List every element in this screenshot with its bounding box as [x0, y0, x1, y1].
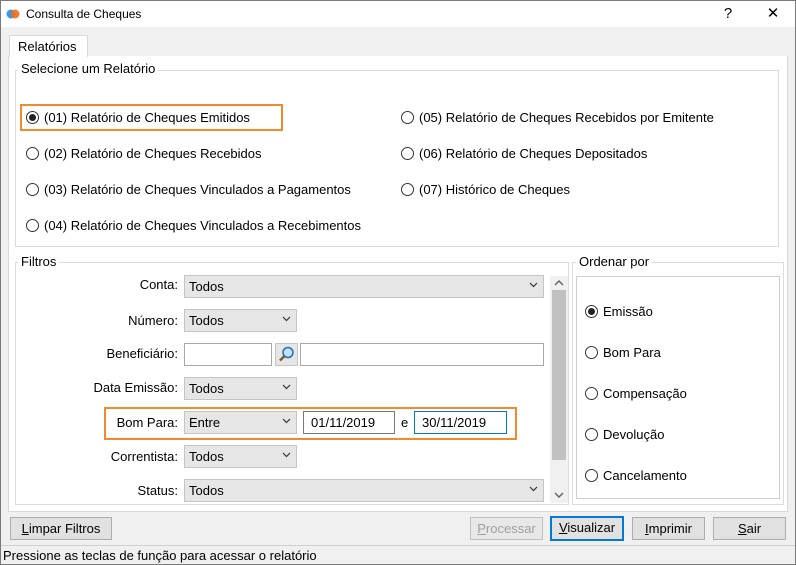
accel-key: S [737, 521, 747, 536]
radio-label: (06) Relatório de Cheques Depositados [419, 145, 648, 161]
radio-indicator [401, 110, 414, 124]
status-value: Todos [189, 483, 224, 498]
status-label: Status: [137, 483, 178, 498]
imprimir-button[interactable]: Imprimir [632, 517, 705, 540]
radio-report-05[interactable]: (05) Relatório de Cheques Recebidos por … [401, 108, 714, 126]
radio-order-bom-para[interactable]: Bom Para [585, 343, 661, 361]
radio-indicator [585, 427, 598, 441]
radio-indicator [585, 304, 598, 318]
bom-para-from-input[interactable]: 01/11/2019 [303, 411, 395, 434]
radio-report-03[interactable]: (03) Relatório de Cheques Vinculados a P… [26, 180, 351, 198]
numero-label: Número: [128, 313, 178, 328]
radio-indicator [26, 146, 39, 160]
chevron-down-icon [282, 384, 291, 390]
conta-value: Todos [189, 279, 224, 294]
button-label: impar Filtros [28, 521, 101, 536]
radio-label: (03) Relatório de Cheques Vinculados a P… [44, 181, 351, 197]
radio-report-06[interactable]: (06) Relatório de Cheques Depositados [401, 144, 647, 162]
radio-order-emissao[interactable]: Emissão [585, 302, 653, 320]
radio-label: (05) Relatório de Cheques Recebidos por … [419, 109, 714, 125]
close-button[interactable]: ✕ [758, 4, 788, 24]
radio-order-cancelamento[interactable]: Cancelamento [585, 466, 687, 484]
accel-key: P [477, 521, 486, 536]
radio-label: Emissão [603, 303, 653, 319]
beneficiario-name-input[interactable] [300, 343, 544, 366]
radio-label: (04) Relatório de Cheques Vinculados a R… [44, 217, 362, 233]
radio-indicator [26, 182, 39, 196]
chevron-down-icon [282, 452, 291, 458]
sair-button[interactable]: Sair [713, 517, 786, 540]
tab-relatorios[interactable]: Relatórios [9, 35, 88, 57]
radio-order-devolucao[interactable]: Devolução [585, 425, 664, 443]
radio-indicator [26, 110, 39, 124]
correntista-value: Todos [189, 449, 224, 464]
bom-para-select[interactable]: Entre [184, 411, 297, 434]
chevron-down-icon [282, 316, 291, 322]
radio-indicator [585, 345, 598, 359]
radio-indicator [401, 182, 414, 196]
beneficiario-code-input[interactable] [184, 343, 272, 366]
visualizar-button[interactable]: Visualizar [550, 516, 624, 541]
data-emissao-select[interactable]: Todos [184, 377, 297, 400]
radio-indicator [585, 386, 598, 400]
radio-dot [29, 113, 36, 121]
correntista-label: Correntista: [110, 449, 178, 464]
scroll-down-icon [554, 492, 564, 498]
radio-dot [588, 307, 595, 315]
order-group-title: Ordenar por [576, 254, 653, 269]
window-title: Consulta de Cheques [26, 7, 142, 21]
bom-para-to-input[interactable]: 30/11/2019 [414, 411, 507, 434]
accel-key: L [21, 521, 29, 536]
bom-para-label: Bom Para: [116, 415, 178, 430]
chevron-down-icon [529, 486, 538, 492]
status-select[interactable]: Todos [184, 479, 544, 502]
radio-label: Compensação [603, 385, 687, 401]
report-group-title: Selecione um Relatório [18, 61, 159, 76]
radio-indicator [401, 146, 414, 160]
button-label: rocessar [485, 521, 536, 536]
search-icon [279, 346, 294, 362]
correntista-select[interactable]: Todos [184, 445, 297, 468]
radio-order-compensacao[interactable]: Compensação [585, 384, 687, 402]
radio-label: Devolução [603, 426, 665, 442]
numero-value: Todos [189, 313, 224, 328]
chevron-down-icon [282, 418, 291, 424]
radio-label: Cancelamento [603, 467, 687, 483]
beneficiario-label: Beneficiário: [106, 346, 178, 361]
app-icon [6, 9, 20, 19]
radio-report-07[interactable]: (07) Histórico de Cheques [401, 180, 570, 198]
processar-button[interactable]: Processar [470, 517, 543, 540]
radio-indicator [26, 218, 39, 232]
beneficiario-search-button[interactable] [275, 343, 298, 366]
button-label: air [746, 521, 762, 536]
filters-group-title: Filtros [18, 254, 60, 269]
chevron-down-icon [529, 282, 538, 288]
radio-label: (07) Histórico de Cheques [419, 181, 571, 197]
button-label: mprimir [648, 521, 692, 536]
data-emissao-label: Data Emissão: [93, 380, 178, 395]
radio-report-02[interactable]: (02) Relatório de Cheques Recebidos [26, 144, 262, 162]
numero-select[interactable]: Todos [184, 309, 297, 332]
radio-report-04[interactable]: (04) Relatório de Cheques Vinculados a R… [26, 216, 361, 234]
filters-scrollbar[interactable] [550, 276, 568, 503]
scrollbar-thumb[interactable] [552, 290, 566, 460]
radio-label: (01) Relatório de Cheques Emitidos [44, 109, 250, 125]
bom-para-value: Entre [189, 415, 221, 430]
scroll-up-icon [554, 280, 564, 286]
radio-indicator [585, 468, 598, 482]
status-bar: Pressione as teclas de função para acess… [1, 545, 795, 564]
conta-label: Conta: [139, 277, 178, 292]
button-label: isualizar [567, 520, 616, 535]
conta-select[interactable]: Todos [184, 275, 544, 298]
title-bar: Consulta de Cheques ? ✕ [1, 1, 795, 27]
bom-para-conj: e [401, 415, 409, 430]
radio-label: Bom Para [603, 344, 661, 360]
help-button[interactable]: ? [713, 4, 743, 24]
radio-label: (02) Relatório de Cheques Recebidos [44, 145, 262, 161]
limpar-filtros-button[interactable]: Limpar Filtros [10, 517, 112, 540]
radio-report-01[interactable]: (01) Relatório de Cheques Emitidos [26, 108, 250, 126]
data-emissao-value: Todos [189, 381, 224, 396]
